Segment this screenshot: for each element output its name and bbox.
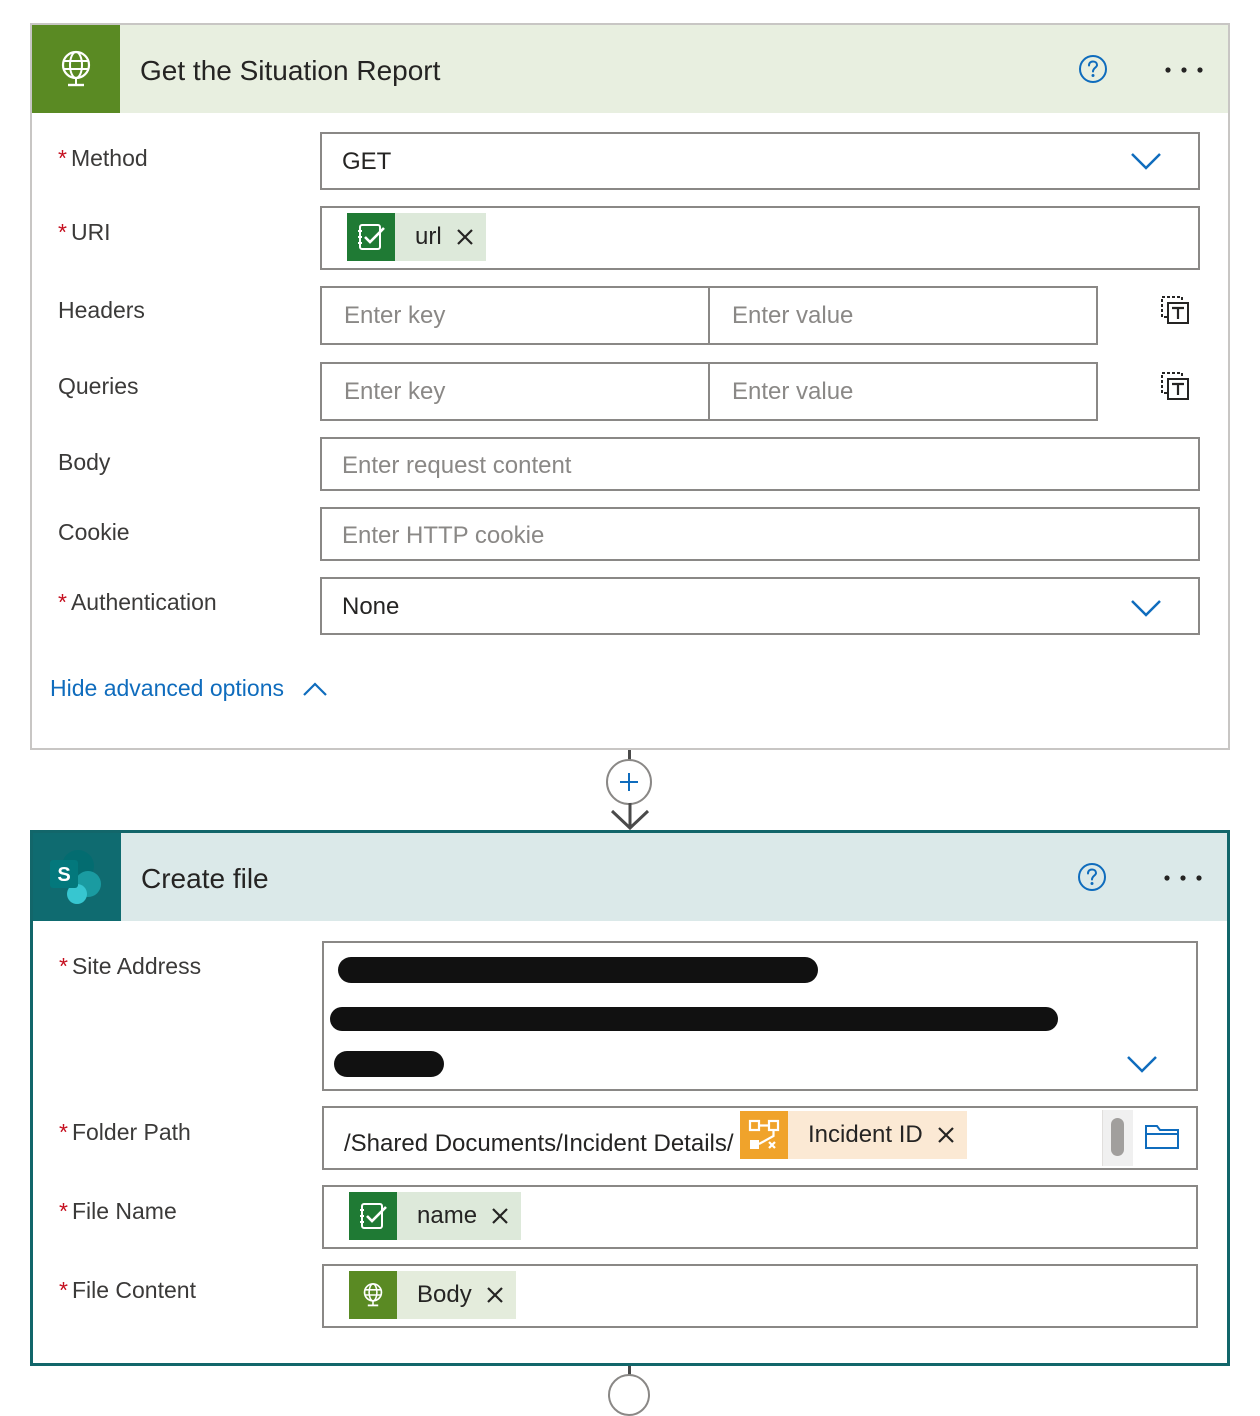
chevron-down-icon [1131, 600, 1161, 617]
incident-id-token-label: Incident ID [808, 1121, 923, 1148]
file-content-input[interactable]: Body [322, 1264, 1198, 1328]
headers-key-input[interactable]: Enter key [320, 286, 710, 345]
folder-path-label: * Folder Path [59, 1119, 191, 1145]
create-file-action-card: S Create file * Site Address * Folder Path… [30, 830, 1230, 1366]
incident-id-token[interactable]: Incident ID [740, 1111, 967, 1159]
redacted-text [338, 957, 818, 983]
authentication-label: * Authentication [58, 589, 217, 615]
switch-to-text-mode-icon[interactable] [1159, 294, 1191, 326]
headers-value-placeholder: Enter value [732, 302, 854, 329]
uri-input[interactable]: url [320, 206, 1200, 270]
body-placeholder: Enter request content [342, 452, 572, 479]
file-name-input[interactable]: name [322, 1185, 1198, 1249]
authentication-dropdown[interactable]: None [320, 577, 1200, 635]
hide-advanced-options-link[interactable]: Hide advanced options [50, 675, 328, 702]
http-action-card: Get the Situation Report * Method GET * UR… [30, 23, 1230, 750]
close-icon[interactable] [456, 228, 474, 246]
folder-path-prefix: /Shared Documents/Incident Details/ [344, 1130, 734, 1157]
switch-to-text-mode-icon[interactable] [1159, 370, 1191, 402]
plus-icon [620, 773, 638, 791]
headers-value-input[interactable]: Enter value [708, 286, 1098, 345]
svg-text:S: S [57, 864, 70, 886]
headers-label: Headers [58, 297, 145, 323]
redacted-text [334, 1051, 444, 1077]
url-token[interactable]: url [347, 213, 486, 261]
variable-icon [349, 1192, 397, 1240]
file-content-label: * File Content [59, 1277, 196, 1303]
sharepoint-icon: S [33, 833, 121, 921]
arrow-down-icon [610, 803, 650, 831]
http-action-title: Get the Situation Report [140, 55, 441, 86]
globe-icon [349, 1271, 397, 1319]
variable-icon [347, 213, 395, 261]
chevron-down-icon [1131, 153, 1161, 170]
name-token[interactable]: name [349, 1192, 522, 1240]
body-token-label: Body [417, 1281, 472, 1308]
method-dropdown[interactable]: GET [320, 132, 1200, 190]
chevron-down-icon [1127, 1056, 1157, 1073]
folder-icon[interactable] [1144, 1122, 1180, 1150]
queries-value-input[interactable]: Enter value [708, 362, 1098, 421]
help-icon[interactable] [1078, 54, 1108, 84]
site-address-label: * Site Address [59, 953, 202, 979]
scrollbar-track[interactable] [1102, 1110, 1133, 1166]
headers-key-placeholder: Enter key [344, 302, 446, 329]
cookie-input[interactable]: Enter HTTP cookie [320, 507, 1200, 561]
scrollbar-thumb[interactable] [1111, 1118, 1124, 1156]
create-file-title: Create file [141, 863, 269, 894]
cookie-label: Cookie [58, 519, 130, 545]
chevron-up-icon [303, 681, 327, 696]
name-token-label: name [417, 1202, 478, 1229]
http-action-header[interactable]: Get the Situation Report [32, 25, 1228, 113]
body-label: Body [58, 449, 111, 475]
more-options-icon[interactable] [1163, 873, 1203, 883]
close-icon[interactable] [937, 1126, 955, 1144]
cookie-placeholder: Enter HTTP cookie [342, 522, 545, 549]
authentication-value: None [342, 593, 400, 620]
close-icon[interactable] [486, 1286, 504, 1304]
uri-label: * URI [58, 219, 111, 245]
workflow-icon [740, 1111, 788, 1159]
folder-path-input[interactable]: /Shared Documents/Incident Details/ Inci… [322, 1106, 1198, 1170]
create-file-header[interactable]: S Create file [33, 833, 1227, 921]
more-options-icon[interactable] [1164, 65, 1204, 75]
method-label: * Method [58, 145, 148, 171]
queries-label: Queries [58, 373, 139, 399]
close-icon[interactable] [491, 1207, 509, 1225]
file-name-label: * File Name [59, 1198, 177, 1224]
queries-key-placeholder: Enter key [344, 378, 446, 405]
help-icon[interactable] [1077, 862, 1107, 892]
insert-step-button[interactable] [608, 1374, 650, 1416]
method-value: GET [342, 148, 392, 175]
queries-key-input[interactable]: Enter key [320, 362, 710, 421]
url-token-label: url [415, 223, 442, 250]
insert-step-button[interactable] [606, 759, 652, 805]
body-input[interactable]: Enter request content [320, 437, 1200, 491]
site-address-dropdown[interactable] [322, 941, 1198, 1091]
hide-advanced-options-label: Hide advanced options [50, 675, 284, 701]
body-token[interactable]: Body [349, 1271, 516, 1319]
queries-value-placeholder: Enter value [732, 378, 854, 405]
redacted-text [330, 1007, 1058, 1031]
globe-icon [32, 25, 120, 113]
